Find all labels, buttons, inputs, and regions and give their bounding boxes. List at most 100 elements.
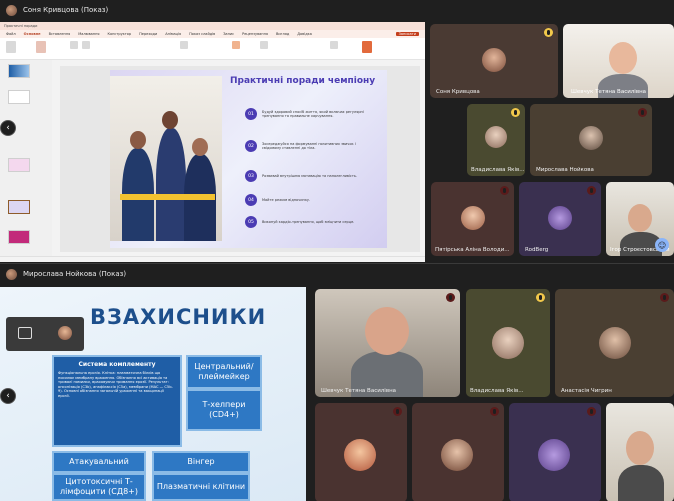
current-slide: Практичні поради чемпіону 01 Будуй здоро… <box>110 70 387 248</box>
new-slide-icon[interactable] <box>36 41 46 53</box>
central-box: Центральний/ плеймейкер <box>186 355 262 389</box>
mic-muted-icon <box>638 108 647 117</box>
box-label: Вінгер <box>187 457 215 466</box>
helpers-box: Т-хелпери (CD4+) <box>186 389 262 431</box>
tip-number: 03 <box>245 170 257 182</box>
slide-thumbnail[interactable] <box>8 230 30 244</box>
participant-name: Мирослава Нойкова <box>536 167 594 173</box>
slide-thumbnail[interactable] <box>8 90 30 104</box>
mic-muted-icon <box>587 186 596 195</box>
avatar <box>548 206 572 230</box>
participant-tile[interactable]: Анастасія Чигрин <box>555 289 674 397</box>
tip-item: 02 Зосереджуйся на формуванні позитивних… <box>245 140 375 152</box>
slide-title: Практичні поради чемпіону <box>230 76 376 86</box>
reactions-icon[interactable]: ☺ <box>655 238 669 252</box>
participant-video-tile[interactable]: Шевчук Тетяна Василівна <box>315 289 460 397</box>
shared-slide: ВЗАХИСНИКИ Система комплементу Функціона… <box>0 287 306 501</box>
presenter-avatar <box>6 4 17 16</box>
participant-video-tile[interactable] <box>606 403 674 501</box>
ppt-tab[interactable]: Файл <box>6 32 16 36</box>
slide-thumbnail[interactable] <box>8 64 30 78</box>
share-screen-icon[interactable] <box>18 327 32 339</box>
font-italic-icon[interactable] <box>82 41 90 49</box>
participant-tile[interactable]: Владислава Яків... <box>467 104 525 176</box>
tip-text: Будуй здоровий спосіб життя, який включа… <box>262 109 364 118</box>
ppt-tab[interactable]: Запис <box>223 32 234 36</box>
ppt-tab[interactable]: Вигляд <box>276 32 289 36</box>
mic-muted-icon <box>393 407 402 416</box>
participant-tile[interactable]: Пятірська Аліна Володи... <box>431 182 514 256</box>
participant-name: Шевчук Тетяна Василівна <box>571 89 647 95</box>
font-bold-icon[interactable] <box>70 41 78 49</box>
ppt-tab[interactable]: Переходи <box>139 32 157 36</box>
presenter-title-bar: Мирослава Нойкова (Показ) <box>0 264 674 284</box>
slide-canvas: Практичні поради чемпіону 01 Будуй здоро… <box>60 66 420 252</box>
paste-icon[interactable] <box>6 41 16 53</box>
participant-tile[interactable]: Соня Кривцова <box>430 24 558 98</box>
presenter-title: Мирослава Нойкова (Показ) <box>23 270 127 278</box>
box-label: Центральний/ плеймейкер <box>194 362 254 381</box>
ppt-file-title: Практичні поради <box>4 24 38 28</box>
bottom-meeting-panel: Мирослава Нойкова (Показ) ВЗАХИСНИКИ Сис… <box>0 263 674 501</box>
participant-tile[interactable]: RodBerg <box>519 182 601 256</box>
avatar <box>441 439 473 471</box>
winger-box: Вінгер <box>152 451 250 473</box>
box-label: Т-хелпери (CD4+) <box>202 400 246 419</box>
participant-tile[interactable] <box>509 403 601 501</box>
participant-name: RodBerg <box>525 247 549 253</box>
mic-muted-icon <box>490 407 499 416</box>
participant-name: Соня Кривцова <box>436 89 480 95</box>
participant-video-tile[interactable]: Шевчук Тетяна Василівна <box>563 24 674 98</box>
avatar <box>538 439 570 471</box>
mic-muted-icon <box>446 293 455 302</box>
participant-tile[interactable] <box>315 403 407 501</box>
arrange-icon[interactable] <box>260 41 268 49</box>
slide-thumbnail[interactable] <box>8 158 30 172</box>
ppt-status-bar <box>0 256 425 262</box>
slide-thumbnails-pane <box>0 60 52 256</box>
tip-number: 02 <box>245 140 257 152</box>
participant-name: Анастасія Чигрин <box>561 388 612 394</box>
avatar <box>492 327 524 359</box>
ppt-ribbon <box>0 38 425 60</box>
ppt-tab[interactable]: Малювання <box>78 32 99 36</box>
find-icon[interactable] <box>330 41 338 49</box>
tip-text: Зосереджуйся на формуванні позитивних зв… <box>262 141 356 150</box>
ppt-ribbon-tabs: Файл Основне Вставлення Малювання Констр… <box>0 30 425 38</box>
ppt-titlebar: Практичні поради <box>0 22 425 30</box>
presenter-title-bar: Соня Кривцова (Показ) <box>0 0 674 20</box>
participant-tile[interactable] <box>412 403 504 501</box>
participant-tile[interactable]: Мирослава Нойкова <box>530 104 652 176</box>
tip-number: 04 <box>245 194 257 206</box>
mic-muted-icon <box>587 407 596 416</box>
athletes-photo <box>110 76 222 241</box>
presenter-mini-view <box>6 317 84 351</box>
ppt-tab[interactable]: Довідка <box>297 32 312 36</box>
ppt-tab[interactable]: Конструктор <box>107 32 131 36</box>
participant-tile[interactable]: Владислава Яків... <box>466 289 550 397</box>
participant-name: Шевчук Тетяна Василівна <box>321 388 397 394</box>
shared-powerpoint-window: Практичні поради Файл Основне Вставлення… <box>0 22 425 262</box>
align-icon[interactable] <box>180 41 188 49</box>
avatar <box>599 327 631 359</box>
previous-arrow-icon[interactable]: ‹ <box>0 120 16 136</box>
ppt-tab[interactable]: Основне <box>24 32 41 36</box>
previous-arrow-icon[interactable]: ‹ <box>0 388 16 404</box>
slide-thumbnail-active[interactable] <box>8 200 30 214</box>
participant-name: Пятірська Аліна Володи... <box>435 247 510 253</box>
ppt-record-button[interactable]: Записати <box>395 32 419 36</box>
presenter-avatar <box>6 268 17 280</box>
ppt-tab[interactable]: Показ слайдів <box>189 32 215 36</box>
ppt-tab[interactable]: Рецензування <box>242 32 268 36</box>
tip-text: Майте режим відпочинку. <box>262 197 311 202</box>
top-meeting-panel: Соня Кривцова (Показ) Практичні поради Ф… <box>0 0 674 262</box>
ppt-tab[interactable]: Анімація <box>165 32 181 36</box>
shapes-icon[interactable] <box>232 41 240 49</box>
avatar <box>482 48 506 72</box>
designer-icon[interactable] <box>362 41 372 53</box>
mic-muted-icon <box>660 293 669 302</box>
attack-box: Атакувальний <box>52 451 146 473</box>
tip-number: 05 <box>245 216 257 228</box>
ppt-tab[interactable]: Вставлення <box>49 32 71 36</box>
tip-text: Виконуй кардіо-тренування, щоб зміцнити … <box>262 219 355 224</box>
